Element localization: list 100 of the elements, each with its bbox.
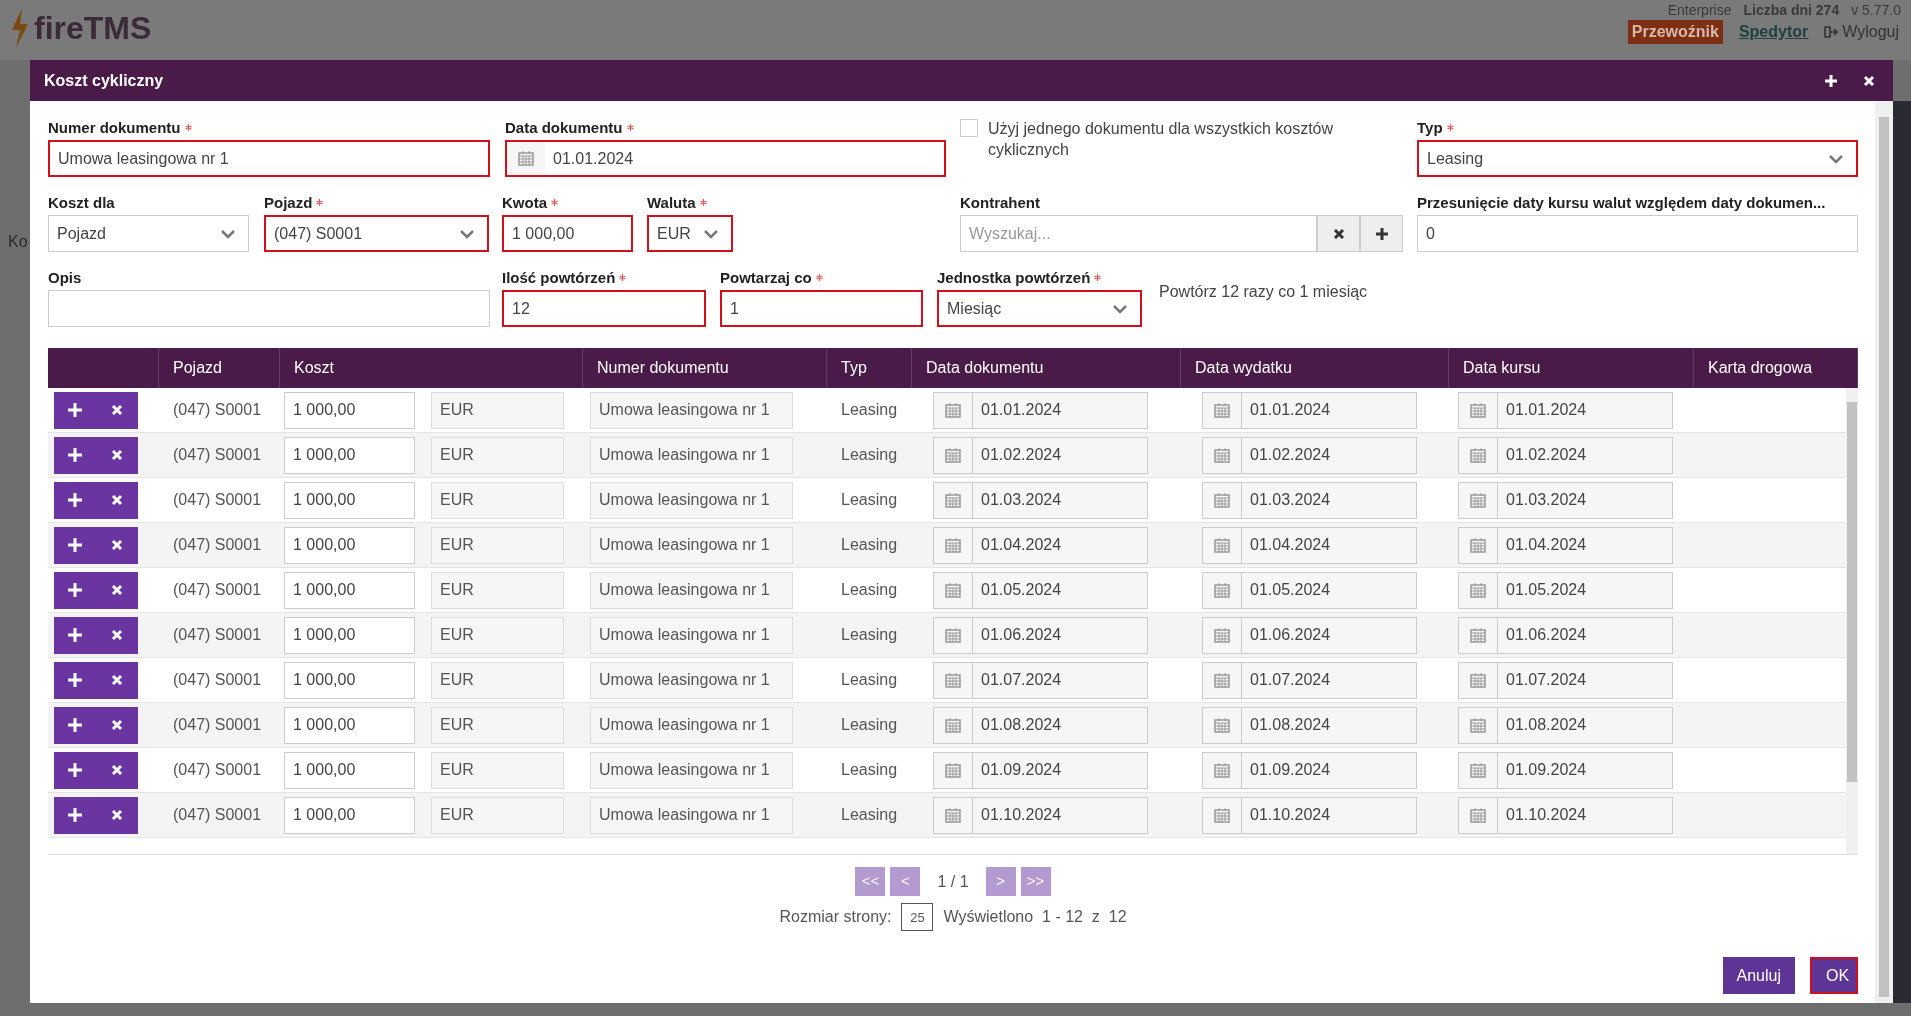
- select-field[interactable]: EUR: [647, 215, 733, 252]
- select-field[interactable]: Miesiąc: [937, 290, 1142, 327]
- amount-field[interactable]: 1 000,00: [284, 526, 415, 564]
- input-field[interactable]: Umowa leasingowa nr 1: [48, 140, 490, 177]
- remove-row-button[interactable]: [96, 391, 138, 429]
- scrollbar[interactable]: [1875, 101, 1893, 1003]
- amount-field[interactable]: 1 000,00: [284, 616, 415, 654]
- add-row-button[interactable]: [54, 526, 96, 564]
- amount-field[interactable]: 1 000,00: [284, 571, 415, 609]
- date-field[interactable]: 01.10.2024: [1242, 796, 1417, 834]
- date-field[interactable]: 01.10.2024: [973, 796, 1148, 834]
- currency-field[interactable]: EUR: [431, 616, 564, 654]
- date-field[interactable]: 01.09.2024: [1498, 751, 1673, 789]
- date-field[interactable]: 01.04.2024: [1498, 526, 1673, 564]
- document-number-field[interactable]: Umowa leasingowa nr 1: [590, 751, 793, 789]
- date-field[interactable]: 01.07.2024: [1498, 661, 1673, 699]
- amount-field[interactable]: 1 000,00: [284, 661, 415, 699]
- select-field[interactable]: Leasing: [1417, 140, 1858, 177]
- date-field[interactable]: 01.08.2024: [1498, 706, 1673, 744]
- add-row-button[interactable]: [54, 706, 96, 744]
- date-field[interactable]: 01.07.2024: [973, 661, 1148, 699]
- table-scrollbar[interactable]: [1846, 388, 1858, 854]
- add-row-button[interactable]: [54, 436, 96, 474]
- date-field[interactable]: 01.03.2024: [1242, 481, 1417, 519]
- add-row-button[interactable]: [54, 796, 96, 834]
- document-number-field[interactable]: Umowa leasingowa nr 1: [590, 391, 793, 429]
- date-field[interactable]: 01.05.2024: [1498, 571, 1673, 609]
- date-field[interactable]: 01.09.2024: [973, 751, 1148, 789]
- date-field[interactable]: 01.06.2024: [1242, 616, 1417, 654]
- date-field[interactable]: 01.09.2024: [1242, 751, 1417, 789]
- page-size-field[interactable]: 25: [901, 903, 934, 931]
- remove-row-button[interactable]: [96, 706, 138, 744]
- remove-row-button[interactable]: [96, 571, 138, 609]
- search-field[interactable]: Wyszukaj...: [960, 215, 1317, 252]
- currency-field[interactable]: EUR: [431, 796, 564, 834]
- date-field[interactable]: 01.02.2024: [1498, 436, 1673, 474]
- add-row-button[interactable]: [54, 661, 96, 699]
- currency-field[interactable]: EUR: [431, 661, 564, 699]
- date-field[interactable]: 01.07.2024: [1242, 661, 1417, 699]
- add-row-button[interactable]: [54, 481, 96, 519]
- date-field[interactable]: 01.06.2024: [1498, 616, 1673, 654]
- remove-row-button[interactable]: [96, 661, 138, 699]
- document-number-field[interactable]: Umowa leasingowa nr 1: [590, 616, 793, 654]
- date-field[interactable]: 01.01.2024: [973, 391, 1148, 429]
- document-number-field[interactable]: Umowa leasingowa nr 1: [590, 571, 793, 609]
- date-field[interactable]: 01.08.2024: [973, 706, 1148, 744]
- add-row-button[interactable]: [54, 571, 96, 609]
- add-button[interactable]: [1360, 215, 1403, 252]
- remove-row-button[interactable]: [96, 481, 138, 519]
- date-field[interactable]: 01.08.2024: [1242, 706, 1417, 744]
- document-number-field[interactable]: Umowa leasingowa nr 1: [590, 661, 793, 699]
- document-number-field[interactable]: Umowa leasingowa nr 1: [590, 706, 793, 744]
- input-field[interactable]: 12: [502, 290, 706, 327]
- amount-field[interactable]: 1 000,00: [284, 706, 415, 744]
- add-row-button[interactable]: [54, 391, 96, 429]
- add-row-button[interactable]: [54, 751, 96, 789]
- role-link[interactable]: Przewoźnik: [1627, 20, 1723, 44]
- amount-field[interactable]: 1 000,00: [284, 391, 415, 429]
- currency-field[interactable]: EUR: [431, 481, 564, 519]
- add-row-button[interactable]: [54, 616, 96, 654]
- input-field[interactable]: [48, 290, 490, 327]
- date-field[interactable]: 01.04.2024: [973, 526, 1148, 564]
- dialog-button[interactable]: OK: [1810, 957, 1858, 994]
- amount-field[interactable]: 1 000,00: [284, 796, 415, 834]
- currency-field[interactable]: EUR: [431, 571, 564, 609]
- date-field[interactable]: 01.02.2024: [973, 436, 1148, 474]
- currency-field[interactable]: EUR: [431, 526, 564, 564]
- date-field[interactable]: 01.01.2024: [1498, 391, 1673, 429]
- date-field[interactable]: 01.10.2024: [1498, 796, 1673, 834]
- currency-field[interactable]: EUR: [431, 706, 564, 744]
- input-field[interactable]: 1: [720, 290, 923, 327]
- date-field[interactable]: 01.01.2024: [1242, 391, 1417, 429]
- document-number-field[interactable]: Umowa leasingowa nr 1: [590, 481, 793, 519]
- currency-field[interactable]: EUR: [431, 391, 564, 429]
- date-field[interactable]: 01.04.2024: [1242, 526, 1417, 564]
- input-field[interactable]: 1 000,00: [502, 215, 633, 252]
- checkbox[interactable]: [960, 119, 978, 137]
- input-field[interactable]: 0: [1417, 215, 1858, 252]
- date-field[interactable]: 01.02.2024: [1242, 436, 1417, 474]
- date-field[interactable]: 01.05.2024: [1242, 571, 1417, 609]
- select-field[interactable]: Pojazd: [48, 215, 249, 252]
- remove-row-button[interactable]: [96, 436, 138, 474]
- date-field[interactable]: 01.05.2024: [973, 571, 1148, 609]
- currency-field[interactable]: EUR: [431, 751, 564, 789]
- remove-row-button[interactable]: [96, 526, 138, 564]
- remove-row-button[interactable]: [96, 616, 138, 654]
- amount-field[interactable]: 1 000,00: [284, 481, 415, 519]
- document-number-field[interactable]: Umowa leasingowa nr 1: [590, 796, 793, 834]
- date-field[interactable]: 01.03.2024: [973, 481, 1148, 519]
- remove-row-button[interactable]: [96, 796, 138, 834]
- date-field[interactable]: 01.03.2024: [1498, 481, 1673, 519]
- document-number-field[interactable]: Umowa leasingowa nr 1: [590, 526, 793, 564]
- date-field[interactable]: 01.06.2024: [973, 616, 1148, 654]
- amount-field[interactable]: 1 000,00: [284, 751, 415, 789]
- select-field[interactable]: (047) S0001: [264, 215, 489, 252]
- remove-row-button[interactable]: [96, 751, 138, 789]
- clear-button[interactable]: [1317, 215, 1360, 252]
- dialog-button[interactable]: Anuluj: [1722, 957, 1795, 994]
- amount-field[interactable]: 1 000,00: [284, 436, 415, 474]
- currency-field[interactable]: EUR: [431, 436, 564, 474]
